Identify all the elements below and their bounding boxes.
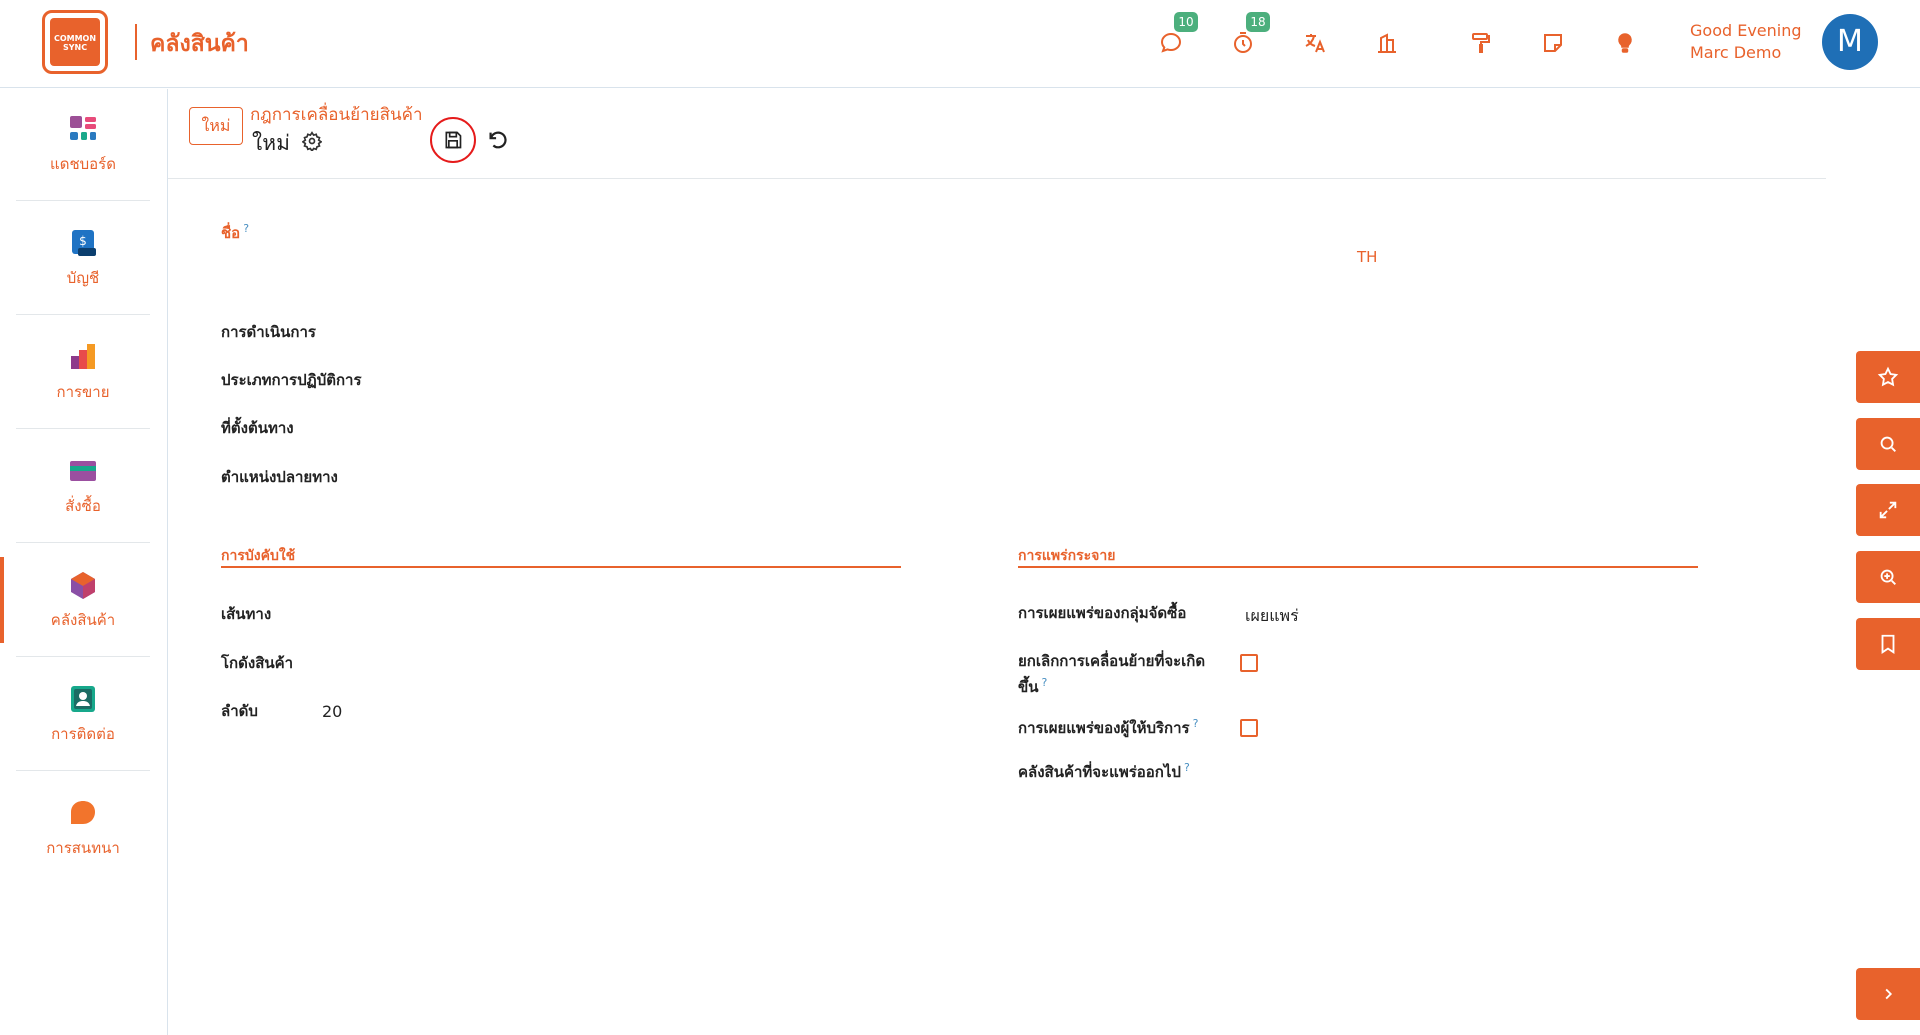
language-indicator[interactable]: TH [1357,248,1377,266]
sidebar: แดชบอร์ด $ บัญชี การขาย สั่งซื้อ คลังสิน… [0,89,168,1035]
warehouse-label: โกดังสินค้า [221,654,294,672]
record-name: ใหม่ [252,131,290,155]
sidebar-item-purchase[interactable]: สั่งซื้อ [16,431,150,543]
help-icon[interactable]: ? [1184,761,1190,774]
app-title: คลังสินค้า [150,31,249,57]
chat-badge: 10 [1174,12,1198,32]
sequence-input[interactable]: 20 [322,702,342,721]
sidebar-item-label: บัญชี [66,268,100,287]
sidebar-item-label: การติดต่อ [51,724,115,743]
propagation-section-title: การแพร่กระจาย [1018,548,1116,564]
chat-icon[interactable]: 10 [1154,12,1198,60]
sales-icon [71,343,95,369]
carrier-propagation-checkbox[interactable] [1240,719,1258,737]
sidebar-item-accounting[interactable]: $ บัญชี [16,203,150,315]
sidebar-item-inventory[interactable]: คลังสินค้า [16,545,150,657]
undo-icon [489,131,507,149]
help-icon[interactable]: ? [243,222,249,235]
search-button[interactable] [1856,418,1920,470]
help-icon[interactable]: ? [1042,676,1048,689]
save-icon [445,131,462,149]
svg-text:$: $ [79,234,87,248]
name-field-label[interactable]: ชื่อ? [221,221,249,245]
zoom-in-icon [1880,569,1896,585]
app-logo[interactable]: COMMON SYNC [42,10,108,74]
sidebar-item-label: การขาย [56,382,110,401]
paint-roller-icon[interactable] [1464,26,1498,60]
star-icon [1877,366,1899,387]
destination-location-label: ตำแหน่งปลายทาง [221,468,338,486]
group-propagation-select[interactable]: เผยแพร่ [1245,604,1299,629]
sequence-label: ลำดับ [221,702,258,720]
sidebar-item-discuss[interactable]: การสนทนา [16,773,150,885]
zoom-button[interactable] [1856,551,1920,603]
expand-icon [1879,501,1897,519]
purchase-icon [70,460,96,481]
help-icon[interactable]: ? [1193,717,1199,730]
applicability-section-title: การบังคับใช้ [221,548,296,564]
sidebar-item-label: สั่งซื้อ [65,496,101,515]
title-divider [135,24,137,60]
carrier-propagation-label: การเผยแพร่ของผู้ให้บริการ? [1018,717,1199,737]
warehouse-to-propagate-label: คลังสินค้าที่จะแพร่ออกไป? [1018,761,1190,781]
active-indicator [0,557,4,643]
operation-type-label: ประเภทการปฏิบัติการ [221,371,362,389]
top-bar: COMMON SYNC คลังสินค้า 10 18 Good Evenin… [0,0,1920,88]
breadcrumb[interactable]: กฎการเคลื่อนย้ายสินค้า [250,101,423,128]
section-divider [221,566,901,568]
lightbulb-icon[interactable] [1608,26,1642,60]
inventory-icon [71,571,95,599]
cancel-next-move-label: ยกเลิกการเคลื่อนย้ายที่จะเกิด ขึ้น? [1018,652,1206,696]
dashboard-icon [70,115,96,140]
sidebar-item-label: การสนทนา [46,839,120,857]
favorite-button[interactable] [1856,351,1920,403]
greeting: Good Evening Marc Demo [1690,21,1802,62]
save-button[interactable] [430,117,476,163]
timer-icon[interactable]: 18 [1226,12,1270,60]
accounting-icon: $ [72,229,96,256]
expand-button[interactable] [1856,484,1920,536]
search-icon [1880,436,1896,452]
contacts-icon [71,685,95,712]
route-label: เส้นทาง [221,605,272,623]
note-icon[interactable] [1536,26,1570,60]
discuss-icon [71,801,95,824]
bookmark-button[interactable] [1856,618,1920,670]
group-propagation-label: การเผยแพร่ของกลุ่มจัดซื้อ [1018,604,1187,622]
building-icon[interactable] [1370,26,1404,60]
discard-button[interactable] [482,125,512,155]
translate-icon[interactable] [1298,26,1332,60]
new-button[interactable]: ใหม่ [189,107,243,145]
sidebar-item-label: แดชบอร์ด [50,154,116,173]
bookmark-icon [1881,634,1895,654]
timer-badge: 18 [1246,12,1270,32]
avatar[interactable]: M [1822,14,1878,70]
sidebar-item-sales[interactable]: การขาย [16,317,150,429]
chevron-right-icon [1885,988,1893,1000]
next-button[interactable] [1856,968,1920,1020]
action-label: การดำเนินการ [221,323,316,341]
sidebar-item-contacts[interactable]: การติดต่อ [16,659,150,771]
record-header: ใหม่ กฎการเคลื่อนย้ายสินค้า ใหม่ [168,89,1826,179]
section-divider [1018,566,1698,568]
sidebar-item-dashboard[interactable]: แดชบอร์ด [16,89,150,201]
sidebar-item-label: คลังสินค้า [50,610,116,629]
gear-icon[interactable] [302,131,322,151]
cancel-next-move-checkbox[interactable] [1240,654,1258,672]
source-location-label: ที่ตั้งต้นทาง [221,419,294,437]
